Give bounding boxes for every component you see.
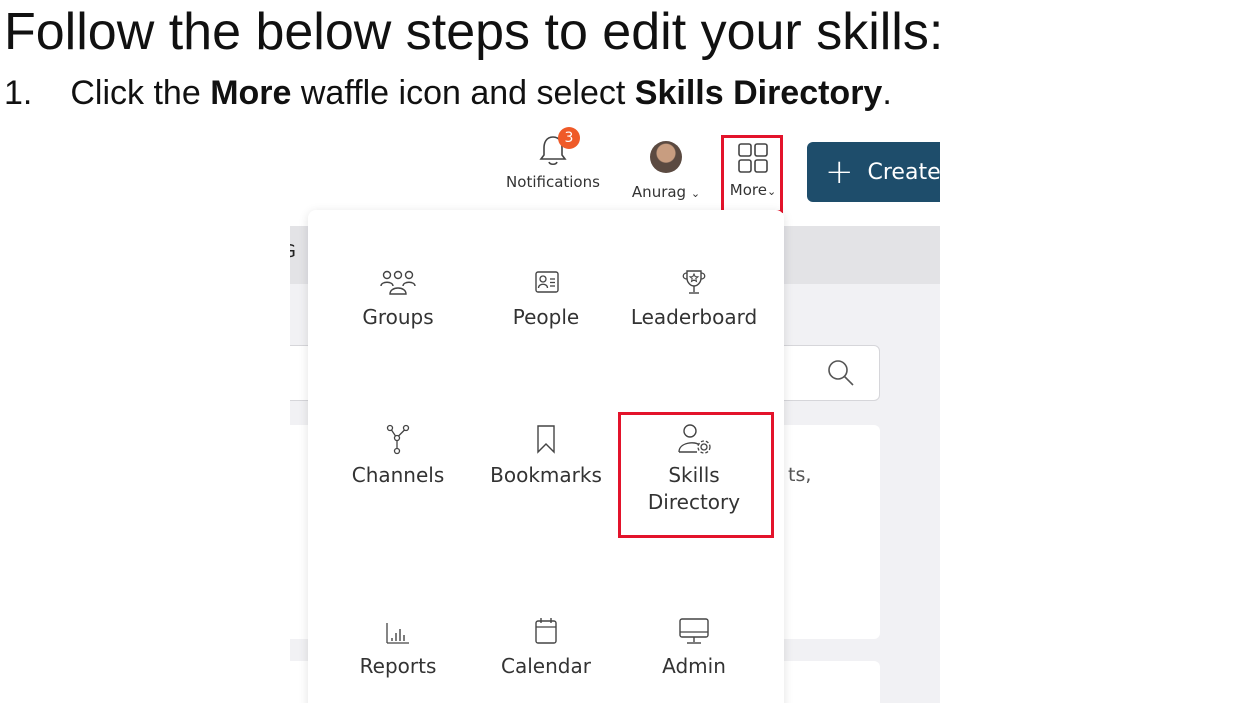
notifications-button[interactable]: Notifications: [500, 133, 606, 191]
user-menu-button[interactable]: Anurag ⌄: [626, 141, 706, 201]
plus-icon: +: [825, 152, 854, 192]
step-text-bold-skills: Skills Directory: [634, 74, 883, 112]
search-icon[interactable]: [826, 358, 856, 388]
calendar-icon: [535, 618, 557, 644]
notifications-label: Notifications: [506, 173, 600, 191]
user-menu: Anurag ⌄: [632, 183, 700, 201]
more-highlight-box: [721, 135, 783, 213]
menu-item-calendar[interactable]: Calendar: [471, 615, 621, 680]
user-name: Anurag: [631, 183, 687, 201]
menu-label-channels: Channels: [351, 463, 445, 487]
channels-icon: [386, 424, 410, 455]
skills-directory-highlight-box: [618, 412, 774, 538]
create-button[interactable]: + Create: [807, 142, 940, 202]
groups-icon: [380, 270, 416, 295]
card-text-fragment: ts,: [788, 464, 812, 486]
chevron-down-icon: ⌄: [690, 187, 701, 200]
create-label: Create: [867, 159, 941, 185]
admin-monitor-icon: [679, 618, 709, 644]
step-text-part1: Click the: [70, 74, 211, 112]
tab-fragment: G: [290, 241, 296, 262]
menu-item-groups[interactable]: Groups: [323, 268, 473, 331]
menu-label-people: People: [512, 305, 580, 329]
menu-item-reports[interactable]: Reports: [323, 619, 473, 680]
menu-item-people[interactable]: People: [471, 268, 621, 331]
step-text-part2: waffle icon and select: [291, 74, 635, 112]
menu-item-bookmarks[interactable]: Bookmarks: [471, 422, 621, 489]
instruction-heading: Follow the below steps to edit your skil…: [4, 3, 944, 61]
menu-label-leaderboard: Leaderboard: [630, 305, 758, 329]
menu-label-admin: Admin: [662, 654, 726, 678]
instruction-step-1: 1. Click the More waffle icon and select …: [4, 72, 892, 114]
trophy-icon: [682, 270, 706, 294]
reports-icon: [386, 623, 409, 644]
notification-badge: 3: [558, 127, 580, 149]
menu-label-calendar: Calendar: [501, 654, 591, 678]
menu-label-reports: Reports: [359, 654, 437, 678]
menu-item-admin[interactable]: Admin: [619, 615, 769, 680]
step-text-bold-more: More: [210, 74, 292, 112]
menu-item-channels[interactable]: Channels: [323, 422, 473, 489]
people-icon: [535, 271, 559, 293]
app-screenshot: G ts, Notifications 3 Anurag ⌄ More⌄: [290, 127, 940, 703]
avatar: [650, 141, 682, 173]
step-text-part3: .: [882, 74, 892, 112]
menu-label-groups: Groups: [362, 305, 434, 329]
menu-item-leaderboard[interactable]: Leaderboard: [619, 268, 769, 331]
step-number: 1.: [4, 74, 33, 112]
bookmark-icon: [537, 425, 555, 454]
menu-label-bookmarks: Bookmarks: [490, 463, 602, 487]
more-dropdown-menu: Groups People Leaderboard Channels Bookm…: [308, 210, 784, 703]
